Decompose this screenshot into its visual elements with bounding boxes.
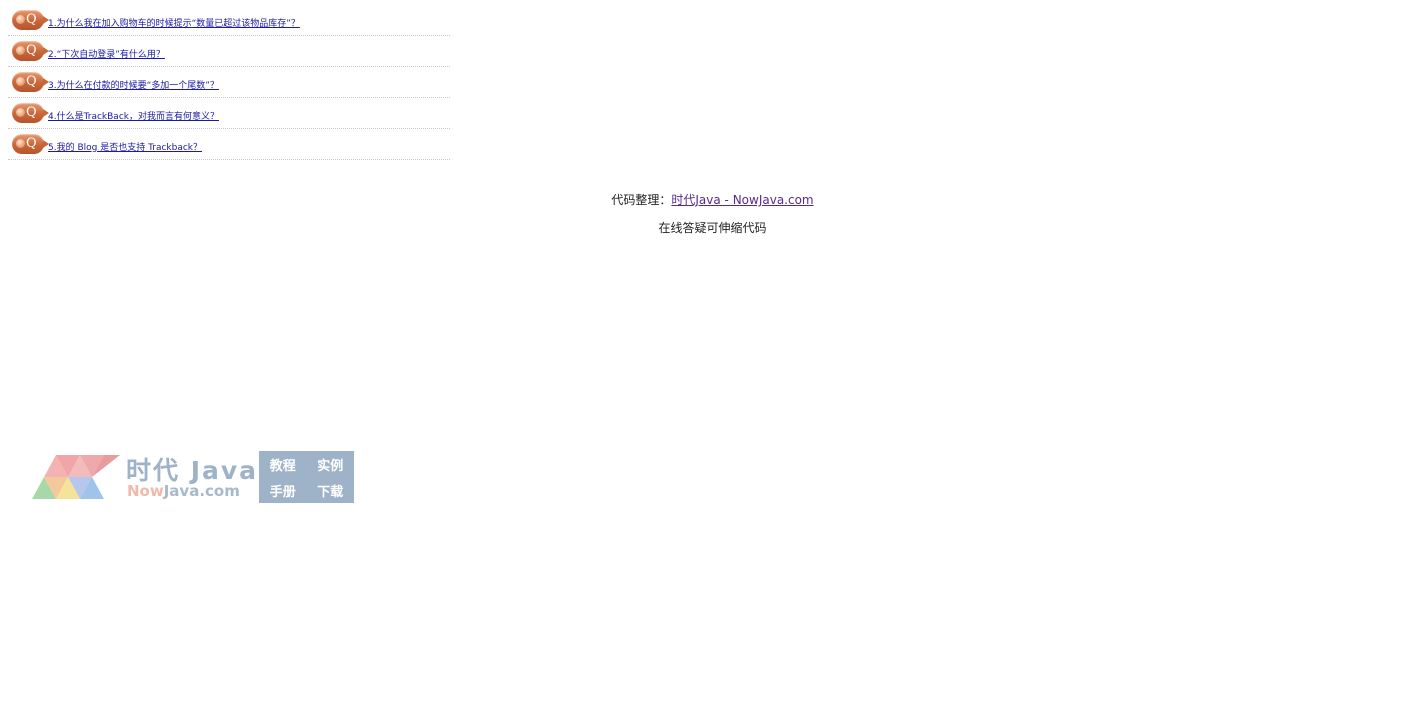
logo-en-now: Now [127, 482, 164, 500]
bubble-dot-icon [16, 108, 25, 117]
credit-line: 代码整理：时代Java - NowJava.com [0, 191, 1425, 208]
faq-item-3: Q 3.为什么在付款的时候要“多加一个尾数”？ [8, 67, 450, 98]
logo-tag-tutorial: 教程 [269, 458, 296, 474]
logo-tag-manual: 手册 [269, 484, 296, 500]
logo-tag-download: 下载 [317, 484, 344, 500]
credit-prefix: 代码整理： [611, 193, 672, 207]
faq-link-2[interactable]: 2.“下次自动登录”有什么用？ [48, 47, 165, 60]
q-badge-icon: Q [12, 72, 49, 92]
q-badge-icon: Q [12, 10, 49, 30]
q-letter: Q [26, 43, 37, 58]
logo-en-title: NowJava.com [127, 482, 240, 500]
faq-link-1[interactable]: 1.为什么我在加入购物车的时候提示“数量已超过该物品库存”？ [48, 16, 300, 29]
faq-item-4: Q 4.什么是TrackBack，对我而言有何意义？ [8, 98, 450, 129]
faq-link-5[interactable]: 5.我的 Blog 是否也支持 Trackback？ [48, 140, 202, 153]
q-letter: Q [26, 74, 37, 89]
bubble-dot-icon [16, 77, 25, 86]
bubble-dot-icon [16, 46, 25, 55]
triangle-logo-icon [32, 455, 120, 499]
q-badge-icon: Q [12, 41, 49, 61]
faq-item-1: Q 1.为什么我在加入购物车的时候提示“数量已超过该物品库存”？ [8, 5, 450, 36]
logo-tag-box: 教程 实例 手册 下载 [259, 451, 354, 503]
q-badge-icon: Q [12, 134, 49, 154]
faq-item-5: Q 5.我的 Blog 是否也支持 Trackback？ [8, 129, 450, 160]
q-badge-icon: Q [12, 103, 49, 123]
logo-tag-examples: 实例 [317, 458, 344, 474]
credit-subtitle: 在线答疑可伸缩代码 [658, 221, 767, 235]
q-letter: Q [26, 12, 37, 27]
faq-link-4[interactable]: 4.什么是TrackBack，对我而言有何意义？ [48, 109, 219, 122]
faq-list: Q 1.为什么我在加入购物车的时候提示“数量已超过该物品库存”？ Q 2.“下次… [8, 5, 450, 160]
logo-en-rest: Java.com [163, 482, 240, 500]
faq-item-2: Q 2.“下次自动登录”有什么用？ [8, 36, 450, 67]
faq-link-3[interactable]: 3.为什么在付款的时候要“多加一个尾数”？ [48, 78, 219, 91]
q-letter: Q [26, 136, 37, 151]
credit-link[interactable]: 时代Java - NowJava.com [671, 193, 813, 207]
bubble-dot-icon [16, 15, 25, 24]
nowjava-logo[interactable]: 时代 Java NowJava.com 教程 实例 手册 下载 [30, 451, 360, 505]
bubble-dot-icon [16, 139, 25, 148]
q-letter: Q [26, 105, 37, 120]
